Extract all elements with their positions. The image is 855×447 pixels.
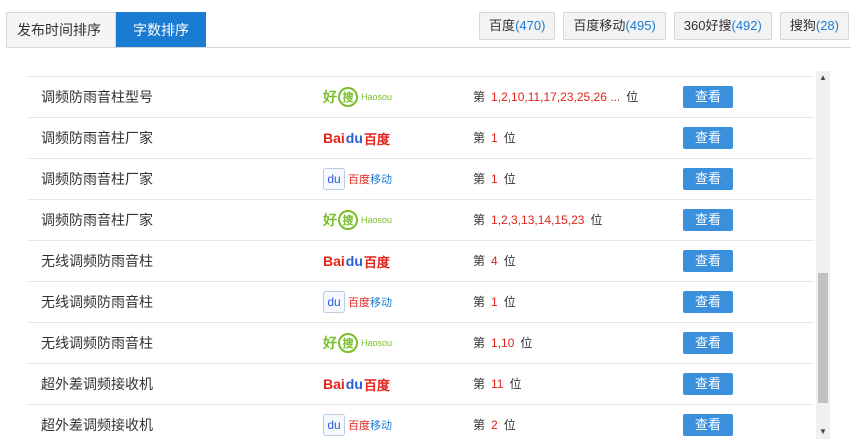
haosou-logo-icon: 好 搜 Haosou <box>323 210 393 230</box>
rank-text: 第1位 <box>473 295 516 309</box>
baidu-logo-icon: Bai du 百度 <box>323 130 390 147</box>
rank-number: 4 <box>491 254 498 268</box>
view-button[interactable]: 查看 <box>683 291 733 313</box>
scrollbar-thumb[interactable] <box>818 273 828 403</box>
view-button[interactable]: 查看 <box>683 209 733 231</box>
keyword: 调频防雨音柱型号 <box>41 89 153 105</box>
view-button[interactable]: 查看 <box>683 414 733 436</box>
baidu-mobile-logo-icon: du 百度移动 <box>323 413 392 437</box>
keyword: 无线调频防雨音柱 <box>41 253 153 269</box>
view-button[interactable]: 查看 <box>683 250 733 272</box>
rank-text: 第 1,10 位 <box>473 336 533 350</box>
rank-number: 2 <box>491 418 498 432</box>
list-item: 无线调频防雨音柱 好 搜 Haosou 第 1,10 位 查看 <box>28 322 814 363</box>
engine-count: (495) <box>625 18 656 33</box>
engine-count: (492) <box>731 18 762 33</box>
rank-text: 第 1,2,10,11,17,23,25,26 ... 位 <box>473 90 639 104</box>
engine-button-360-haosou[interactable]: 360好搜(492) <box>673 12 772 40</box>
list-item: 无线调频防雨音柱 Bai du 百度 第4位 查看 <box>28 240 814 281</box>
keyword: 无线调频防雨音柱 <box>41 294 153 310</box>
keyword: 调频防雨音柱厂家 <box>41 212 153 228</box>
list-item: 超外差调频接收机 Bai du 百度 第 11 位 查看 <box>28 363 814 404</box>
baidu-logo-icon: Bai du 百度 <box>323 376 390 393</box>
rank-text: 第4位 <box>473 254 516 268</box>
list-item: 超外差调频接收机 du 百度移动 第2位 查看 <box>28 404 814 445</box>
view-button[interactable]: 查看 <box>683 332 733 354</box>
keyword: 无线调频防雨音柱 <box>41 335 153 351</box>
keyword: 超外差调频接收机 <box>41 417 153 433</box>
view-button[interactable]: 查看 <box>683 127 733 149</box>
rank-text: 第 1,2,3,13,14,15,23 位 <box>473 213 603 227</box>
list-item: 无线调频防雨音柱 du 百度移动 第1位 查看 <box>28 281 814 322</box>
engine-filter-buttons: 百度(470) 百度移动(495) 360好搜(492) 搜狗(28) <box>479 12 849 40</box>
rank-number: 1,2,3,13,14,15,23 <box>491 213 585 227</box>
engine-name: 搜狗 <box>789 18 816 33</box>
rank-number: 1 <box>491 295 498 309</box>
engine-count: (28) <box>815 18 839 33</box>
engine-count: (470) <box>515 18 546 33</box>
rank-number: 1 <box>491 131 498 145</box>
view-button[interactable]: 查看 <box>683 373 733 395</box>
scrollbar[interactable]: ▲ ▼ <box>816 71 830 439</box>
tab-word-count-sort[interactable]: 字数排序 <box>116 12 206 47</box>
keyword: 调频防雨音柱厂家 <box>41 171 153 187</box>
tab-publish-time-sort[interactable]: 发布时间排序 <box>6 12 116 47</box>
sort-tabs: 发布时间排序 字数排序 <box>6 12 206 48</box>
rank-text: 第1位 <box>473 131 516 145</box>
rank-number: 11 <box>491 377 504 391</box>
view-button[interactable]: 查看 <box>683 168 733 190</box>
baidu-logo-icon: Bai du 百度 <box>323 253 390 270</box>
rank-text: 第 11 位 <box>473 377 522 391</box>
baidu-mobile-logo-icon: du 百度移动 <box>323 167 392 191</box>
top-bar: 发布时间排序 字数排序 百度(470) 百度移动(495) 360好搜(492)… <box>0 0 855 48</box>
tabs-divider <box>6 47 851 48</box>
baidu-mobile-logo-icon: du 百度移动 <box>323 290 392 314</box>
haosou-logo-icon: 好 搜 Haosou <box>323 87 393 107</box>
rank-text: 第1位 <box>473 172 516 186</box>
scroll-down-arrow-icon[interactable]: ▼ <box>816 425 830 439</box>
haosou-logo-icon: 好 搜 Haosou <box>323 333 393 353</box>
engine-name: 百度移动 <box>573 18 626 33</box>
list-item: 调频防雨音柱厂家 好 搜 Haosou 第 1,2,3,13,14,15,23 位 … <box>28 199 814 240</box>
keyword: 超外差调频接收机 <box>41 376 153 392</box>
rank-number: 1,2,10,11,17,23,25,26 ... <box>491 90 621 104</box>
list-item: 调频防雨音柱型号 好 搜 Haosou 第 1,2,10,11,17,23,25,… <box>28 76 814 117</box>
engine-button-sogou[interactable]: 搜狗(28) <box>779 12 849 40</box>
engine-name: 360好搜 <box>683 18 732 33</box>
ranking-list: 调频防雨音柱型号 好 搜 Haosou 第 1,2,10,11,17,23,25,… <box>28 76 814 445</box>
scroll-up-arrow-icon[interactable]: ▲ <box>816 71 830 85</box>
engine-button-baidu[interactable]: 百度(470) <box>479 12 556 40</box>
rank-text: 第2位 <box>473 418 516 432</box>
keyword: 调频防雨音柱厂家 <box>41 130 153 146</box>
list-item: 调频防雨音柱厂家 Bai du 百度 第1位 查看 <box>28 117 814 158</box>
engine-name: 百度 <box>489 18 516 33</box>
rank-number: 1,10 <box>491 336 515 350</box>
rank-number: 1 <box>491 172 498 186</box>
engine-button-baidu-mobile[interactable]: 百度移动(495) <box>563 12 666 40</box>
view-button[interactable]: 查看 <box>683 86 733 108</box>
list-item: 调频防雨音柱厂家 du 百度移动 第1位 查看 <box>28 158 814 199</box>
